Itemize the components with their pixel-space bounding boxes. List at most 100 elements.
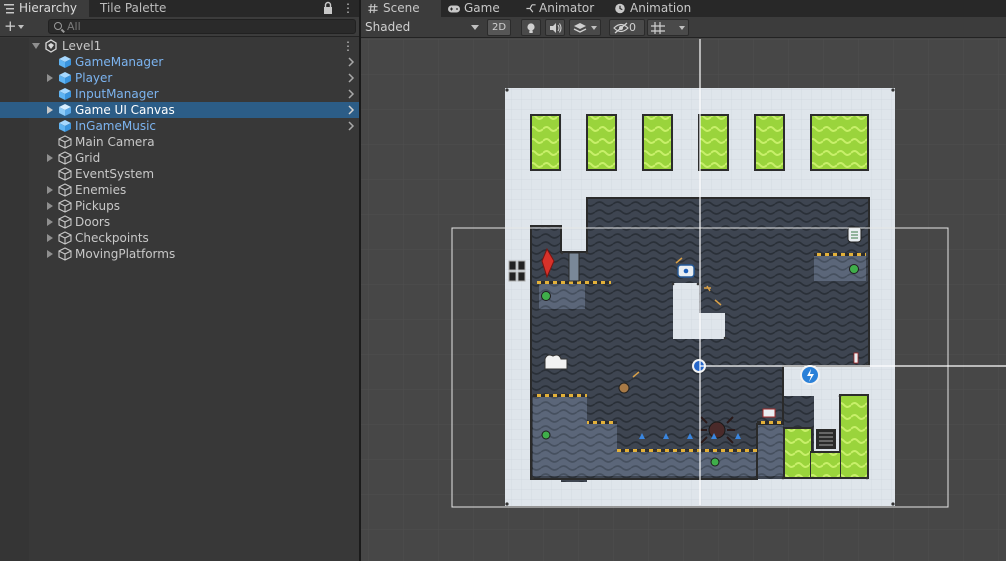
scene-toolbar: Shaded 2D 0 [361,17,1006,38]
tree-item-doors[interactable]: Doors [0,214,359,230]
prefab-cube-icon [59,104,71,116]
tree-item-level1[interactable]: Level1 ⋮ [0,38,359,54]
gameobject-cube-icon [58,247,72,261]
speaker-icon [550,23,562,33]
tab-tile-palette[interactable]: Tile Palette [92,0,202,17]
tree-item-gamemanager[interactable]: GameManager [0,54,359,70]
tree-item-label: Level1 [62,39,102,53]
hierarchy-toolbar: + [0,17,359,37]
tree-item-movingplatforms[interactable]: MovingPlatforms [0,246,359,262]
chevron-right-icon[interactable] [346,121,356,131]
list-icon [4,4,14,14]
tree-item-player[interactable]: Player [0,70,359,86]
tree-item-enemies[interactable]: Enemies [0,182,359,198]
gameobject-cube-icon [58,199,72,213]
tree-item-game-ui-canvas[interactable]: Game UI Canvas [0,102,359,118]
tab-game-label: Game [464,1,500,15]
scene-panel: Scene Game Animator Animation Shaded 2D [361,0,1006,561]
tab-scene[interactable]: Scene [361,0,441,17]
chevron-right-icon[interactable] [346,57,356,67]
tree-item-label: EventSystem [75,167,155,181]
tree-item-ingamemusic[interactable]: InGameMusic [0,118,359,134]
gameobject-cube-icon [58,151,72,165]
unity-scene-icon [45,39,57,53]
effects-button[interactable] [569,19,601,36]
gamepad-icon [448,5,460,13]
expand-arrow-icon[interactable] [47,154,53,162]
scene-viewport[interactable] [361,39,1006,561]
tab-tile-palette-label: Tile Palette [100,1,167,15]
tree-item-checkpoints[interactable]: Checkpoints [0,230,359,246]
expand-arrow-icon[interactable] [47,106,53,114]
gameobject-cube-icon [58,215,72,229]
chevron-down-icon [18,25,24,29]
chevron-right-icon[interactable] [346,73,356,83]
gameobject-cube-icon [58,183,72,197]
expand-arrow-icon[interactable] [47,218,53,226]
prefab-cube-icon [59,120,71,132]
prefab-cube-icon [59,88,71,100]
grid-snap-icon [651,22,665,34]
lightbulb-icon [527,23,535,33]
expand-arrow-icon[interactable] [47,74,53,82]
gameobject-cube-icon [58,135,72,149]
hierarchy-panel: Hierarchy Tile Palette ⋮ + Level1 ⋮ [0,0,359,561]
scene-visibility-button[interactable]: 0 [609,19,645,36]
toggle-2d-button[interactable]: 2D [487,19,511,36]
tab-hierarchy[interactable]: Hierarchy [0,0,89,17]
expand-arrow-icon[interactable] [47,234,53,242]
hierarchy-search[interactable] [48,19,356,34]
tab-animator-label: Animator [539,1,595,15]
tab-animation[interactable]: Animation [608,0,708,17]
scene-menu-icon[interactable]: ⋮ [342,38,354,54]
lock-icon[interactable] [323,1,333,15]
tree-item-main-camera[interactable]: Main Camera [0,134,359,150]
chevron-right-icon[interactable] [346,89,356,99]
chevron-down-icon [679,26,685,30]
tree-item-inputmanager[interactable]: InputManager [0,86,359,102]
hash-icon [368,3,378,14]
shading-mode-dropdown[interactable]: Shaded [363,19,481,36]
gizmos-button[interactable] [647,19,689,36]
scene-canvas[interactable] [361,39,1006,561]
prefab-cube-icon [59,72,71,84]
checkpoint-icon [541,291,551,301]
tree-item-eventsystem[interactable]: EventSystem [0,166,359,182]
chevron-down-icon [471,25,479,30]
gameobject-cube-icon [58,231,72,245]
expand-arrow-icon[interactable] [32,43,40,49]
eye-hidden-icon [613,22,629,34]
hierarchy-menu-icon[interactable]: ⋮ [342,1,354,15]
tab-animator[interactable]: Animator [519,0,611,17]
add-label: + [4,17,17,35]
search-input[interactable] [67,20,347,33]
expand-arrow-icon[interactable] [47,186,53,194]
toggle-audio-button[interactable] [545,19,565,36]
prefab-cube-icon [59,56,71,68]
expand-arrow-icon[interactable] [47,250,53,258]
hierarchy-tree: Level1 ⋮ GameManager Player InputManager… [0,38,359,561]
tree-item-label: Enemies [75,183,127,197]
tree-item-label: Doors [75,215,111,229]
tree-item-grid[interactable]: Grid [0,150,359,166]
coin-icon [618,382,630,394]
expand-arrow-icon[interactable] [47,202,53,210]
checkpoint-icon [541,430,551,440]
add-object-button[interactable]: + [4,19,30,34]
tab-animation-label: Animation [630,1,692,15]
shading-mode-value: Shaded [365,20,411,34]
scene-tab-bar: Scene Game Animator Animation [361,0,1006,17]
tab-scene-label: Scene [383,1,420,15]
tree-item-pickups[interactable]: Pickups [0,198,359,214]
tree-item-label: InputManager [75,87,159,101]
toggle-lighting-button[interactable] [521,19,541,36]
animator-icon [526,4,536,13]
tree-item-label: Pickups [75,199,120,213]
tree-item-label: Player [75,71,113,85]
tab-game[interactable]: Game [441,0,529,17]
checkpoint-icon [849,264,859,274]
tree-item-label: InGameMusic [75,119,157,133]
tree-item-label: Checkpoints [75,231,149,245]
tree-item-label: Grid [75,151,101,165]
chevron-right-icon[interactable] [346,105,356,115]
